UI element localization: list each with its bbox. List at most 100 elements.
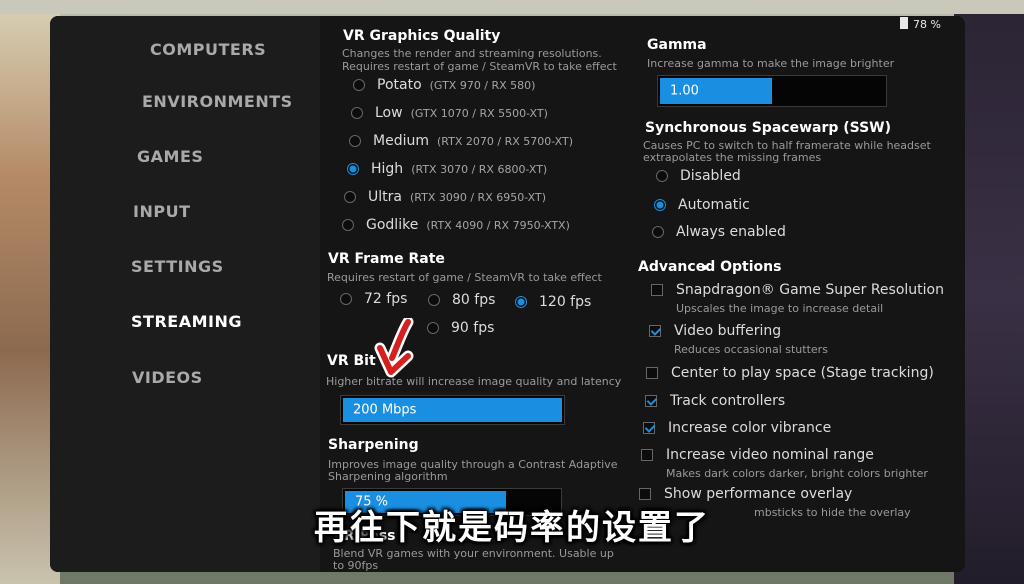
settings-panel: COMPUTERS ENVIRONMENTS GAMES INPUT SETTI… — [50, 16, 965, 572]
option-label: 90 fps — [451, 320, 495, 336]
quality-option-potato[interactable]: Potato (GTX 970 / RX 580) — [353, 77, 535, 93]
ssw-option-always[interactable]: Always enabled — [652, 224, 786, 240]
video-caption: 再往下就是码率的设置了 — [314, 508, 710, 548]
sidebar-item-input[interactable]: INPUT — [133, 202, 190, 221]
adv-option-video-buffering[interactable]: Video buffering Reduces occasional stutte… — [649, 323, 828, 356]
checkbox-icon[interactable] — [646, 367, 658, 379]
background-top — [0, 0, 1024, 14]
option-label: Potato — [377, 77, 422, 93]
ssw-option-automatic[interactable]: Automatic — [654, 197, 750, 213]
frame-rate-title: VR Frame Rate — [328, 251, 445, 267]
adv-option-super-resolution[interactable]: Snapdragon® Game Super Resolution Upscale… — [651, 282, 944, 315]
quality-option-medium[interactable]: Medium (RTX 2070 / RX 5700-XT) — [349, 133, 573, 149]
radio-icon[interactable] — [349, 135, 361, 147]
bitrate-slider[interactable]: 200 Mbps — [340, 395, 565, 425]
radio-icon[interactable] — [353, 79, 365, 91]
option-desc: Upscales the image to increase detail — [676, 302, 884, 315]
option-spec: (RTX 2070 / RX 5700-XT) — [436, 135, 574, 148]
option-label: Center to play space (Stage tracking) — [671, 365, 934, 381]
ssw-desc-2: extrapolates the missing frames — [643, 151, 822, 164]
option-label: Medium — [373, 133, 429, 149]
radio-icon[interactable] — [340, 293, 352, 305]
option-label: 72 fps — [364, 291, 408, 307]
sidebar: COMPUTERS ENVIRONMENTS GAMES INPUT SETTI… — [50, 16, 320, 572]
option-label: Increase color vibrance — [668, 420, 832, 436]
advanced-title: Advanced Options — [638, 259, 782, 275]
checkbox-icon[interactable] — [639, 488, 651, 500]
checkbox-checked-icon[interactable] — [643, 422, 655, 434]
battery-text: 78 % — [913, 18, 941, 31]
option-spec: (RTX 3090 / RX 6950-XT) — [409, 191, 546, 204]
battery-status: 78 % — [900, 17, 941, 31]
radio-selected-icon[interactable] — [654, 199, 666, 211]
option-label: High — [371, 161, 404, 177]
frame-rate-desc: Requires restart of game / SteamVR to ta… — [327, 271, 602, 284]
frame-rate-option-80[interactable]: 80 fps — [428, 292, 495, 308]
gamma-slider[interactable]: 1.00 — [657, 75, 887, 107]
quality-option-godlike[interactable]: Godlike (RTX 4090 / RX 7950-XTX) — [342, 217, 570, 233]
checkbox-icon[interactable] — [651, 284, 663, 296]
bitrate-title: VR Bit — [327, 353, 376, 369]
adv-option-color-vibrance[interactable]: Increase color vibrance — [643, 420, 831, 436]
option-label: 120 fps — [539, 294, 592, 310]
option-label: Video buffering — [674, 323, 782, 339]
adv-option-track-controllers[interactable]: Track controllers — [645, 393, 785, 409]
adv-option-center-play-space[interactable]: Center to play space (Stage tracking) — [646, 365, 934, 381]
option-label: Low — [375, 105, 403, 121]
quality-option-low[interactable]: Low (GTX 1070 / RX 5500-XT) — [351, 105, 548, 121]
checkbox-checked-icon[interactable] — [649, 325, 661, 337]
option-desc: Makes dark colors darker, bright colors … — [666, 467, 928, 480]
sidebar-item-settings[interactable]: SETTINGS — [131, 257, 224, 276]
checkbox-icon[interactable] — [641, 449, 653, 461]
radio-icon[interactable] — [344, 191, 356, 203]
option-label: Track controllers — [670, 393, 786, 409]
gamma-title: Gamma — [647, 37, 707, 53]
red-arrow-annotation — [374, 318, 414, 378]
radio-icon[interactable] — [342, 219, 354, 231]
bitrate-desc: Higher bitrate will increase image quali… — [326, 375, 622, 388]
option-label: Automatic — [678, 197, 750, 213]
radio-icon[interactable] — [656, 170, 668, 182]
graphics-quality-desc-2: Requires restart of game / SteamVR to ta… — [342, 60, 617, 73]
cursor-pointer — [702, 265, 707, 270]
sharpening-title: Sharpening — [328, 437, 419, 453]
option-label: Godlike — [366, 217, 419, 233]
sidebar-item-streaming[interactable]: STREAMING — [131, 312, 242, 331]
option-label: Disabled — [680, 168, 741, 184]
radio-icon[interactable] — [427, 322, 439, 334]
option-label: Increase video nominal range — [666, 447, 874, 463]
checkbox-checked-icon[interactable] — [645, 395, 657, 407]
quality-option-ultra[interactable]: Ultra (RTX 3090 / RX 6950-XT) — [344, 189, 546, 205]
radio-selected-icon[interactable] — [347, 163, 359, 175]
radio-icon[interactable] — [652, 226, 664, 238]
battery-icon — [900, 17, 908, 29]
frame-rate-option-90[interactable]: 90 fps — [427, 320, 494, 336]
frame-rate-option-120[interactable]: 120 fps — [515, 294, 591, 310]
ssw-option-disabled[interactable]: Disabled — [656, 168, 741, 184]
graphics-quality-desc-1: Changes the render and streaming resolut… — [342, 47, 602, 60]
option-label: Ultra — [368, 189, 402, 205]
option-label: 80 fps — [452, 292, 496, 308]
option-spec: (GTX 970 / RX 580) — [429, 79, 536, 92]
option-spec: (RTX 3070 / RX 6800-XT) — [411, 163, 548, 176]
sidebar-item-videos[interactable]: VIDEOS — [132, 368, 203, 387]
gamma-value: 1.00 — [670, 83, 699, 99]
option-spec: (GTX 1070 / RX 5500-XT) — [410, 107, 548, 120]
passthrough-desc-2: to 90fps — [333, 559, 379, 572]
option-desc: Reduces occasional stutters — [674, 343, 828, 356]
quality-option-high[interactable]: High (RTX 3070 / RX 6800-XT) — [347, 161, 547, 177]
radio-icon[interactable] — [351, 107, 363, 119]
option-label: Always enabled — [676, 224, 786, 240]
frame-rate-option-72[interactable]: 72 fps — [340, 291, 407, 307]
sidebar-item-environments[interactable]: ENVIRONMENTS — [142, 92, 293, 111]
gamma-desc: Increase gamma to make the image brighte… — [647, 57, 895, 70]
graphics-quality-title: VR Graphics Quality — [343, 28, 501, 44]
adv-option-nominal-range[interactable]: Increase video nominal range Makes dark c… — [641, 447, 928, 480]
bitrate-value: 200 Mbps — [353, 402, 417, 418]
sidebar-item-computers[interactable]: COMPUTERS — [150, 40, 266, 59]
radio-icon[interactable] — [428, 294, 440, 306]
option-spec: (RTX 4090 / RX 7950-XTX) — [426, 219, 570, 232]
sidebar-item-games[interactable]: GAMES — [137, 147, 203, 166]
radio-selected-icon[interactable] — [515, 296, 527, 308]
option-label: Snapdragon® Game Super Resolution — [676, 282, 944, 298]
